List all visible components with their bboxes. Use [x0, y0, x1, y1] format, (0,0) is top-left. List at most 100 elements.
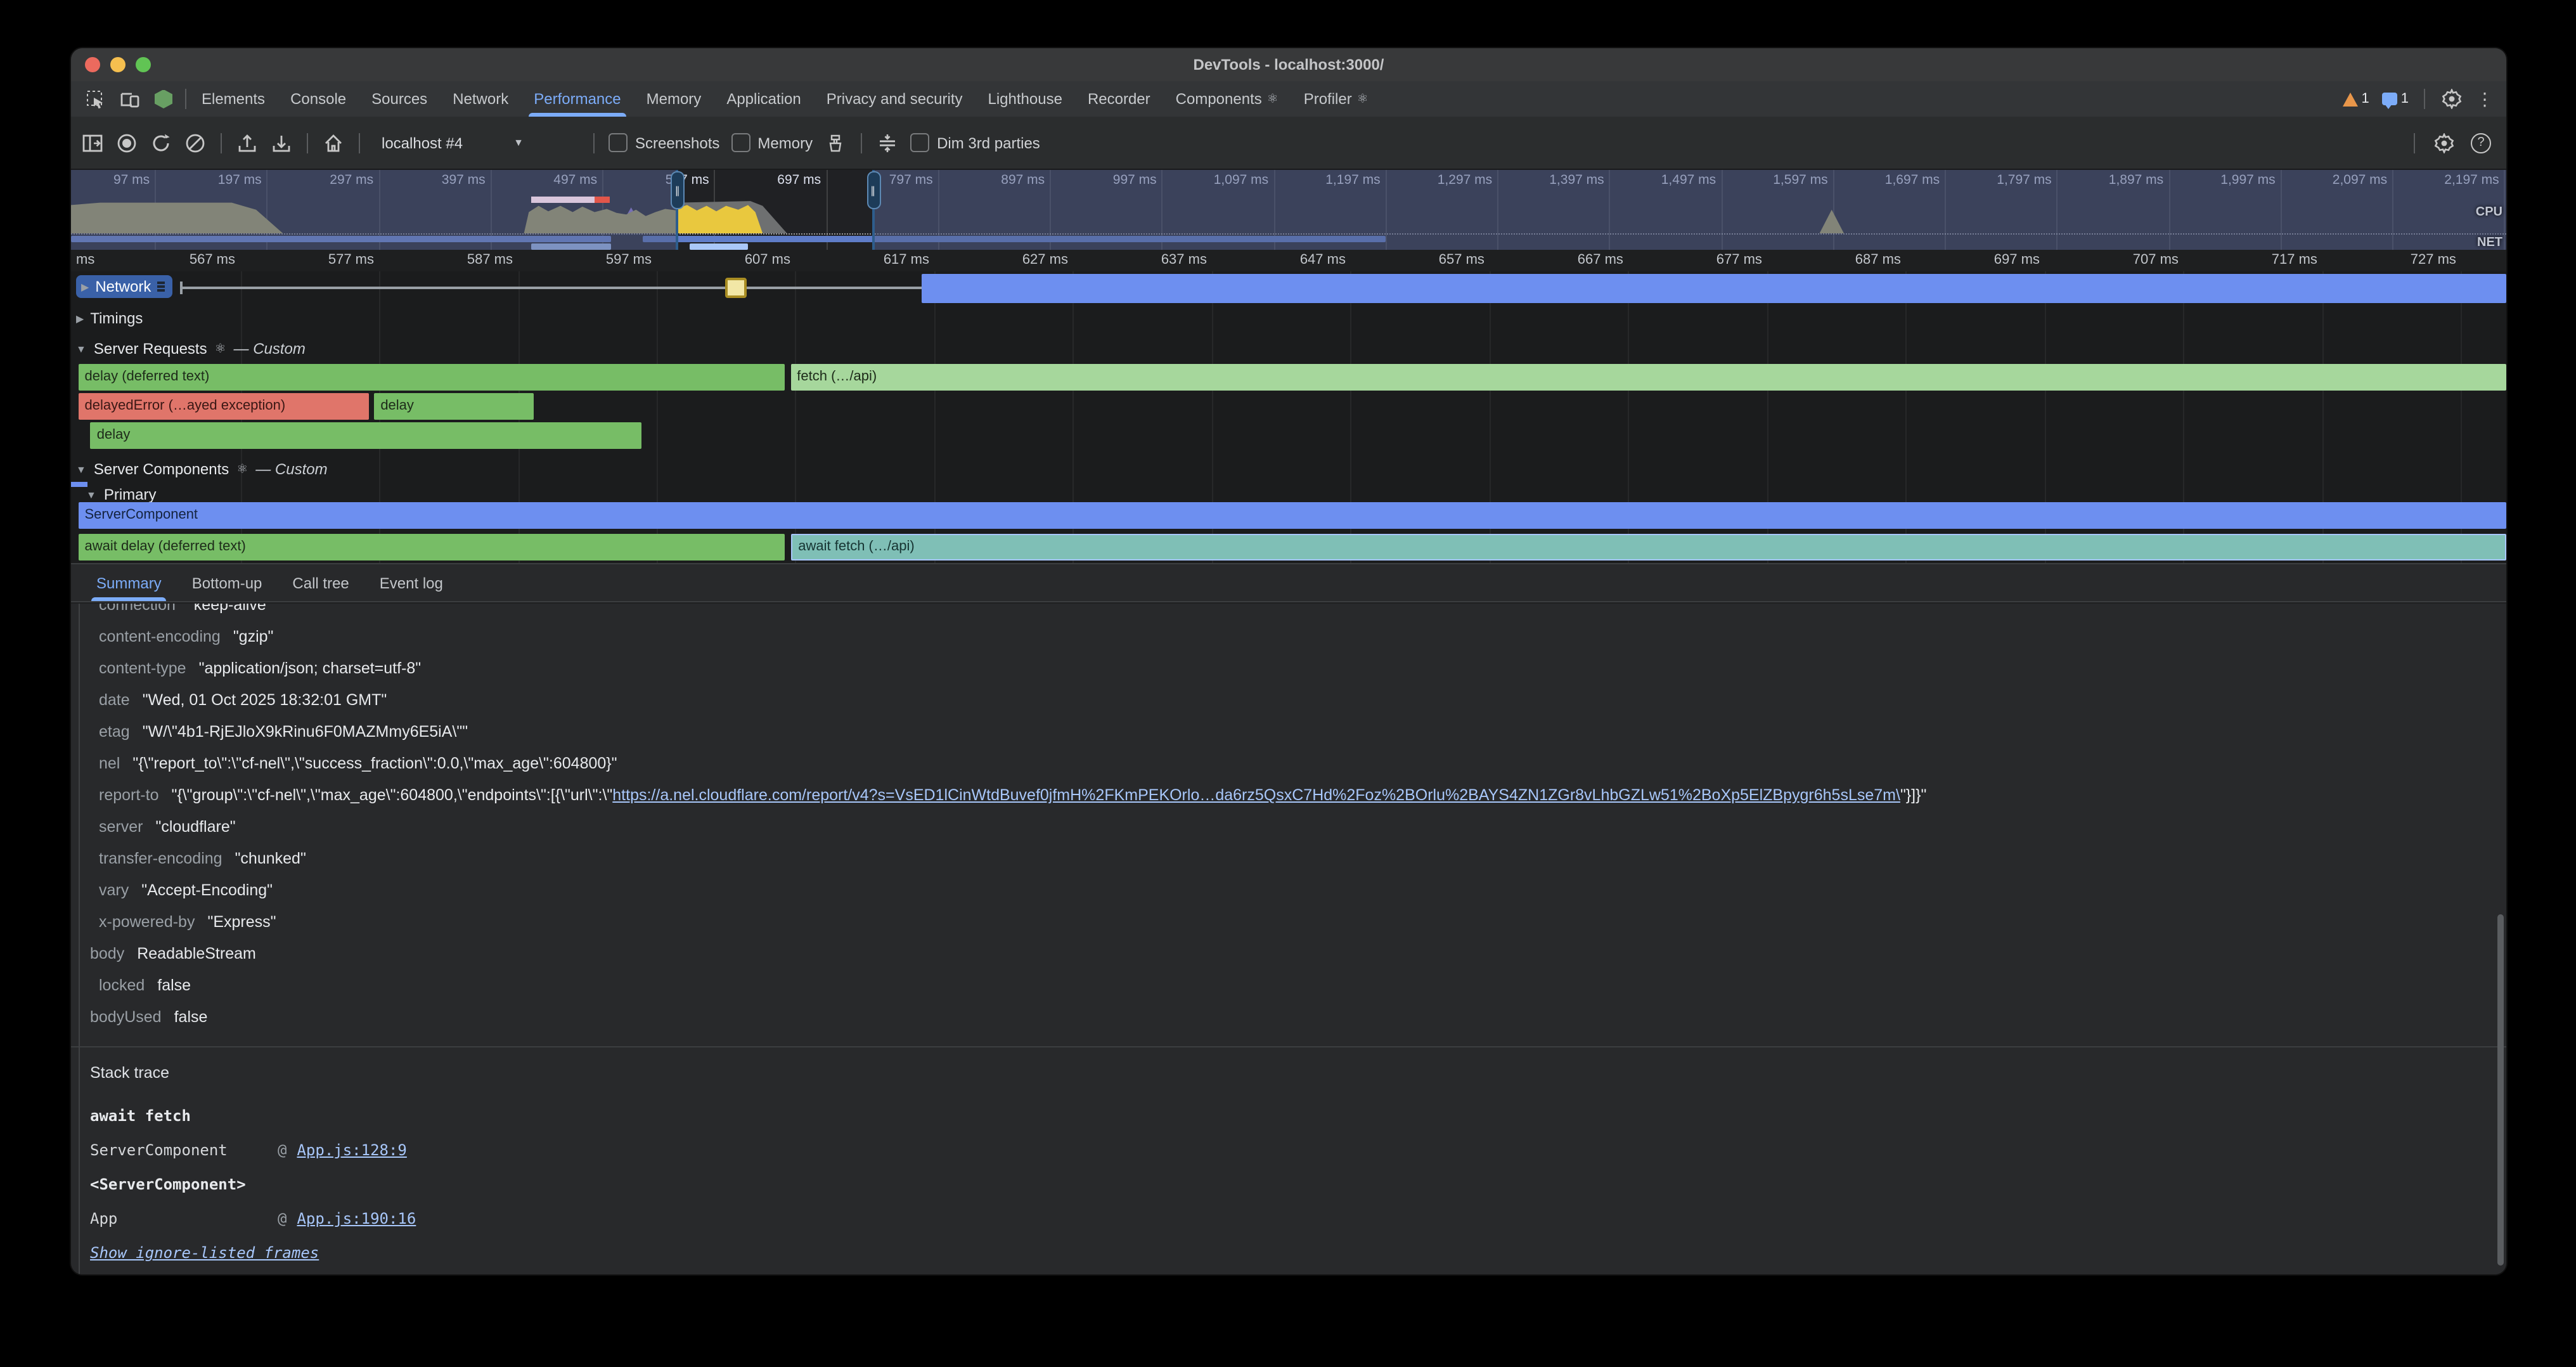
tab-components[interactable]: Components⚛ [1163, 81, 1291, 117]
flame-bar-delay[interactable]: delay [374, 393, 534, 420]
cpu-strip-label: CPU [2476, 205, 2502, 219]
scrollbar-thumb[interactable] [2497, 914, 2504, 1266]
detail-row-transfer-encoding: transfer-encoding"chunked" [90, 843, 2506, 875]
tab-memory[interactable]: Memory [634, 81, 714, 117]
messages-badge[interactable]: 1 [2382, 91, 2409, 107]
ruler-tick-label: 597 ms [606, 252, 657, 268]
net-strip-label: NET [2477, 236, 2502, 250]
summary-pane[interactable]: connection"keep-alive"content-encoding"g… [71, 604, 2506, 1274]
tab-elements[interactable]: Elements [189, 81, 278, 117]
detail-row-nel: nel"{\"report_to\":\"cf-nel\",\"success_… [90, 748, 2506, 780]
window-title: DevTools - localhost:3000/ [71, 48, 2506, 81]
home-icon[interactable] [322, 131, 345, 154]
record-and-reload-icon[interactable] [150, 131, 172, 154]
timeline-overview[interactable]: 97 ms197 ms297 ms397 ms497 ms597 ms697 m… [71, 170, 2506, 250]
report-to-url-link[interactable]: https://a.nel.cloudflare.com/report/v4?s… [612, 786, 1900, 804]
tab-privacy-and-security[interactable]: Privacy and security [814, 81, 976, 117]
collapse-arrow-icon: ▼ [76, 463, 86, 475]
drag-grip-icon [157, 282, 165, 292]
history-select[interactable]: localhost #4▼ [374, 131, 579, 154]
main-tab-bar: ElementsConsoleSourcesNetworkPerformance… [71, 81, 2506, 118]
ruler-tick-label: 587 ms [467, 252, 518, 268]
save-profile-icon[interactable] [270, 131, 293, 154]
track-server-requests[interactable]: ▼ Server Requests ⚛ — Custom [76, 340, 306, 358]
details-tab-call-tree[interactable]: Call tree [277, 564, 364, 601]
flame-bar-servercomponent[interactable]: ServerComponent [79, 502, 2506, 529]
track-primary[interactable]: ▼ Primary [86, 486, 157, 503]
overview-right-handle[interactable]: ∥ [866, 171, 880, 209]
warning-icon [2343, 92, 2358, 106]
flame-bar-delay-deferred-text[interactable]: delay (deferred text) [79, 364, 785, 391]
performance-toolbar: localhost #4▼ Screenshots Memory Dim 3rd… [71, 117, 2506, 170]
divider [359, 133, 360, 153]
expand-arrow-icon: ▶ [76, 313, 84, 324]
details-tab-bottom-up[interactable]: Bottom-up [177, 564, 278, 601]
node-icon[interactable] [155, 89, 172, 108]
message-icon [2382, 93, 2397, 105]
tab-profiler[interactable]: Profiler⚛ [1291, 81, 1381, 117]
divider [221, 133, 222, 153]
tab-application[interactable]: Application [714, 81, 813, 117]
detail-row-content-type: content-type"application/json; charset=u… [90, 653, 2506, 685]
overview-tick-label: 697 ms [777, 172, 826, 188]
react-atom-icon: ⚛ [1267, 92, 1278, 106]
tab-recorder[interactable]: Recorder [1075, 81, 1163, 117]
flame-bar-await-fetch-api[interactable]: await fetch (…/api) [790, 534, 2506, 560]
flame-bar-delayederror-ayed-exception[interactable]: delayedError (…ayed exception) [79, 393, 370, 420]
ruler-tick-label: 577 ms [328, 252, 379, 268]
toggle-sidebar-icon[interactable] [81, 131, 104, 154]
expand-arrow-icon: ▶ [81, 281, 89, 292]
collapse-sections-icon[interactable] [876, 131, 899, 154]
flame-bar-delay[interactable]: delay [91, 422, 641, 449]
device-toolbar-icon[interactable] [119, 87, 142, 110]
panel-settings-gear-icon[interactable] [2433, 131, 2456, 154]
detail-row-report-to: report-to"{\"group\":\"cf-nel\",\"max_ag… [90, 780, 2506, 812]
flame-chart-tracks[interactable]: ▶ Network ▶ Timings ▼ Server Requests ⚛ … [71, 271, 2506, 563]
source-location-link[interactable]: App.js:128:9 [297, 1134, 406, 1168]
details-tab-event-log[interactable]: Event log [364, 564, 458, 601]
collect-garbage-icon[interactable] [824, 131, 847, 154]
stack-frame: App@App.js:190:16 [90, 1202, 2506, 1236]
overview-left-handle[interactable]: ∥ [671, 171, 685, 209]
memory-checkbox[interactable]: Memory [731, 133, 813, 152]
tab-network[interactable]: Network [440, 81, 521, 117]
record-icon[interactable] [115, 131, 138, 154]
details-tab-summary[interactable]: Summary [81, 564, 177, 601]
tab-bar-right: 1 1 ⋮ [2343, 81, 2507, 117]
network-request-bar[interactable] [922, 274, 2506, 303]
track-network[interactable]: ▶ Network [76, 275, 172, 298]
help-icon[interactable]: ? [2471, 133, 2491, 153]
more-options-kebab-icon[interactable]: ⋮ [2476, 88, 2494, 110]
ruler-tick-label: 707 ms [2133, 252, 2184, 268]
tab-console[interactable]: Console [278, 81, 359, 117]
ruler-tick-label: 567 ms [190, 252, 240, 268]
checkbox-box [731, 133, 750, 152]
load-profile-icon[interactable] [236, 131, 259, 154]
detail-row-bodyUsed: bodyUsedfalse [90, 1002, 2506, 1033]
show-ignore-listed-frames-link[interactable]: Show ignore-listed frames [90, 1244, 319, 1262]
overview-dim-overlay [71, 170, 678, 250]
clear-icon[interactable] [184, 131, 207, 154]
dim-third-parties-checkbox[interactable]: Dim 3rd parties [910, 133, 1040, 152]
divider [593, 133, 595, 153]
tab-lighthouse[interactable]: Lighthouse [976, 81, 1075, 117]
inspect-element-icon[interactable] [84, 87, 106, 110]
ruler-tick-label: 607 ms [745, 252, 795, 268]
ruler-tick-label: 627 ms [1022, 252, 1073, 268]
track-server-components[interactable]: ▼ Server Components ⚛ — Custom [76, 460, 328, 478]
tab-performance[interactable]: Performance [521, 81, 633, 117]
settings-gear-icon[interactable] [2440, 87, 2463, 110]
stack-frame: await fetch [90, 1099, 2506, 1134]
ruler-tick-label: 697 ms [1994, 252, 2045, 268]
flame-bar-await-delay-deferred-text[interactable]: await delay (deferred text) [79, 534, 785, 560]
ruler-tick-label: 657 ms [1439, 252, 1490, 268]
warnings-badge[interactable]: 1 [2343, 91, 2369, 107]
flame-bar-fetch-api[interactable]: fetch (…/api) [790, 364, 2506, 391]
network-request-chip[interactable] [725, 278, 747, 298]
overview-network-bar [690, 243, 748, 250]
track-timings[interactable]: ▶ Timings [76, 309, 143, 327]
tab-sources[interactable]: Sources [359, 81, 440, 117]
network-request-whisker[interactable] [181, 287, 922, 289]
source-location-link[interactable]: App.js:190:16 [297, 1202, 416, 1236]
screenshots-checkbox[interactable]: Screenshots [609, 133, 719, 152]
